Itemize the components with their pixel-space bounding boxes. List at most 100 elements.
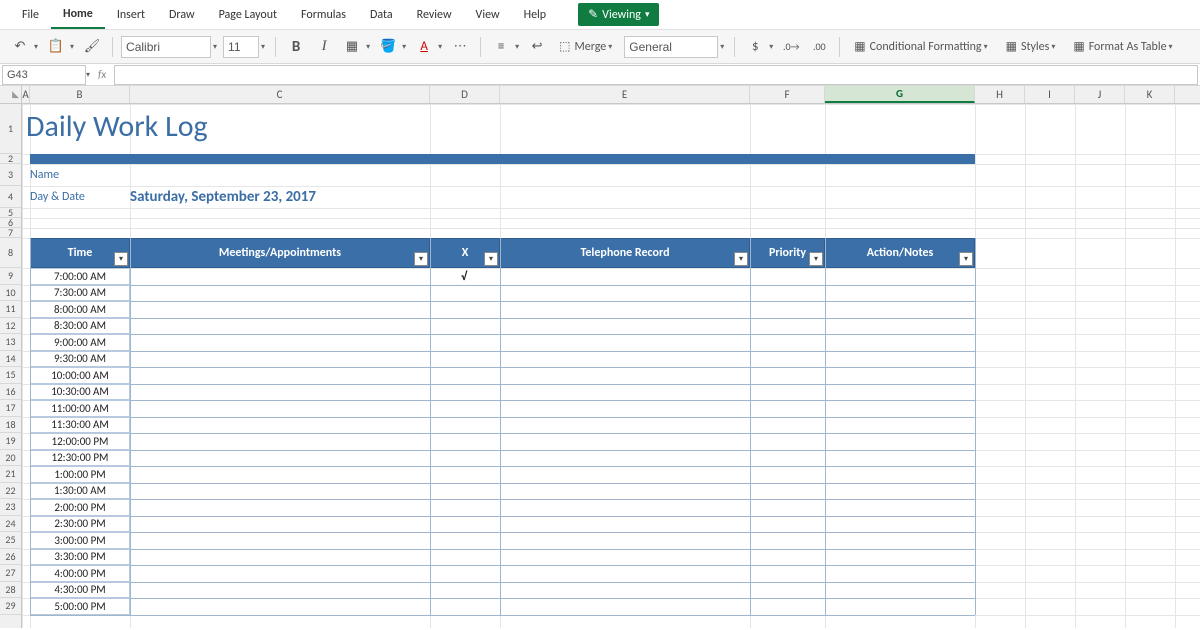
- chevron-down-icon[interactable]: ▾: [86, 70, 90, 80]
- time-cell[interactable]: 10:00:00 AM: [30, 367, 130, 384]
- font-color-icon[interactable]: A: [412, 35, 436, 59]
- row-header-27[interactable]: 27: [0, 565, 21, 582]
- row-header-4[interactable]: 4: [0, 186, 21, 208]
- formula-input[interactable]: [114, 65, 1198, 85]
- menu-tab-review[interactable]: Review: [405, 2, 464, 28]
- col-header-H[interactable]: H: [975, 86, 1025, 103]
- increase-decimal-icon[interactable]: .0→: [779, 35, 803, 59]
- menu-tab-file[interactable]: File: [10, 2, 51, 28]
- row-header-17[interactable]: 17: [0, 400, 21, 417]
- time-cell[interactable]: 7:00:00 AM: [30, 268, 130, 285]
- row-header-24[interactable]: 24: [0, 516, 21, 533]
- row-header-23[interactable]: 23: [0, 499, 21, 516]
- time-cell[interactable]: 2:00:00 PM: [30, 499, 130, 516]
- format-painter-icon[interactable]: 🖌: [80, 35, 104, 59]
- time-cell[interactable]: 11:30:00 AM: [30, 417, 130, 434]
- row-header-26[interactable]: 26: [0, 549, 21, 566]
- chevron-down-icon[interactable]: ▾: [402, 42, 406, 52]
- time-cell[interactable]: 11:00:00 AM: [30, 400, 130, 417]
- chevron-down-icon[interactable]: ▾: [261, 42, 265, 52]
- merge-button[interactable]: ⬚Merge▾: [553, 35, 620, 59]
- more-icon[interactable]: ⋯: [448, 35, 472, 59]
- col-header-G[interactable]: G: [825, 86, 975, 103]
- row-header-15[interactable]: 15: [0, 367, 21, 384]
- row-header-22[interactable]: 22: [0, 483, 21, 500]
- chevron-down-icon[interactable]: ▾: [34, 42, 38, 52]
- clipboard-icon[interactable]: 📋: [44, 35, 68, 59]
- time-cell[interactable]: 10:30:00 AM: [30, 384, 130, 401]
- bold-button[interactable]: B: [284, 35, 308, 59]
- format-as-table-button[interactable]: ▦Format As Table▾: [1067, 35, 1180, 59]
- row-header-11[interactable]: 11: [0, 301, 21, 318]
- menu-tab-formulas[interactable]: Formulas: [289, 2, 358, 28]
- row-header-28[interactable]: 28: [0, 582, 21, 599]
- name-box[interactable]: [2, 65, 86, 85]
- chevron-down-icon[interactable]: ▾: [438, 42, 442, 52]
- time-cell[interactable]: 4:00:00 PM: [30, 565, 130, 582]
- header-action-filter[interactable]: ▾: [959, 252, 973, 266]
- italic-button[interactable]: I: [312, 35, 336, 59]
- time-cell[interactable]: 3:00:00 PM: [30, 532, 130, 549]
- time-cell[interactable]: 1:00:00 PM: [30, 466, 130, 483]
- time-cell[interactable]: 5:00:00 PM: [30, 598, 130, 615]
- font-size-select[interactable]: [223, 36, 259, 58]
- chevron-down-icon[interactable]: ▾: [515, 42, 519, 52]
- menu-tab-draw[interactable]: Draw: [157, 2, 207, 28]
- time-cell[interactable]: 2:30:00 PM: [30, 516, 130, 533]
- currency-icon[interactable]: $: [743, 35, 767, 59]
- viewing-mode-button[interactable]: ✎Viewing▾: [578, 3, 659, 26]
- col-header-K[interactable]: K: [1125, 86, 1175, 103]
- time-cell[interactable]: 4:30:00 PM: [30, 582, 130, 599]
- time-cell[interactable]: 8:00:00 AM: [30, 301, 130, 318]
- header-meetings-filter[interactable]: ▾: [414, 252, 428, 266]
- time-cell[interactable]: 12:00:00 PM: [30, 433, 130, 450]
- header-telephone-filter[interactable]: ▾: [734, 252, 748, 266]
- time-cell[interactable]: 1:30:00 AM: [30, 483, 130, 500]
- row-header-2[interactable]: 2: [0, 154, 21, 164]
- menu-tab-help[interactable]: Help: [512, 2, 559, 28]
- conditional-formatting-button[interactable]: ▦Conditional Formatting▾: [848, 35, 995, 59]
- row-header-10[interactable]: 10: [0, 285, 21, 302]
- row-header-3[interactable]: 3: [0, 164, 21, 186]
- row-header-29[interactable]: 29: [0, 598, 21, 615]
- col-header-B[interactable]: B: [30, 86, 130, 103]
- time-cell[interactable]: 8:30:00 AM: [30, 318, 130, 335]
- col-header-J[interactable]: J: [1075, 86, 1125, 103]
- chevron-down-icon[interactable]: ▾: [366, 42, 370, 52]
- align-icon[interactable]: ≡: [489, 35, 513, 59]
- row-header-18[interactable]: 18: [0, 417, 21, 434]
- time-cell[interactable]: 3:30:00 PM: [30, 549, 130, 566]
- worksheet[interactable]: Daily Work LogNameDay & DateSaturday, Se…: [22, 104, 1200, 628]
- menu-tab-insert[interactable]: Insert: [105, 2, 157, 28]
- fill-color-icon[interactable]: 🪣: [376, 35, 400, 59]
- select-all-corner[interactable]: ◣: [0, 86, 22, 103]
- header-time-filter[interactable]: ▾: [114, 252, 128, 266]
- undo-icon[interactable]: ↶: [8, 35, 32, 59]
- row-header-13[interactable]: 13: [0, 334, 21, 351]
- font-name-select[interactable]: [121, 36, 211, 58]
- chevron-down-icon[interactable]: ▾: [70, 42, 74, 52]
- time-cell[interactable]: 9:00:00 AM: [30, 334, 130, 351]
- decrease-decimal-icon[interactable]: .00: [807, 35, 831, 59]
- col-header-A[interactable]: A: [22, 86, 30, 103]
- row-header-7[interactable]: 7: [0, 228, 21, 238]
- col-header-C[interactable]: C: [130, 86, 430, 103]
- menu-tab-view[interactable]: View: [464, 2, 512, 28]
- row-header-8[interactable]: 8: [0, 238, 21, 268]
- row-header-20[interactable]: 20: [0, 450, 21, 467]
- row-header-21[interactable]: 21: [0, 466, 21, 483]
- row-header-1[interactable]: 1: [0, 104, 21, 154]
- wrap-text-icon[interactable]: ↩: [525, 35, 549, 59]
- fx-icon[interactable]: fx: [92, 68, 112, 81]
- time-cell[interactable]: 12:30:00 PM: [30, 450, 130, 467]
- chevron-down-icon[interactable]: ▾: [769, 42, 773, 52]
- col-header-E[interactable]: E: [500, 86, 750, 103]
- row-header-19[interactable]: 19: [0, 433, 21, 450]
- styles-button[interactable]: ▦Styles▾: [1000, 35, 1064, 59]
- row-header-12[interactable]: 12: [0, 318, 21, 335]
- row-header-14[interactable]: 14: [0, 351, 21, 368]
- header-x-filter[interactable]: ▾: [484, 252, 498, 266]
- col-header-F[interactable]: F: [750, 86, 825, 103]
- time-cell[interactable]: 9:30:00 AM: [30, 351, 130, 368]
- menu-tab-page-layout[interactable]: Page Layout: [207, 2, 289, 28]
